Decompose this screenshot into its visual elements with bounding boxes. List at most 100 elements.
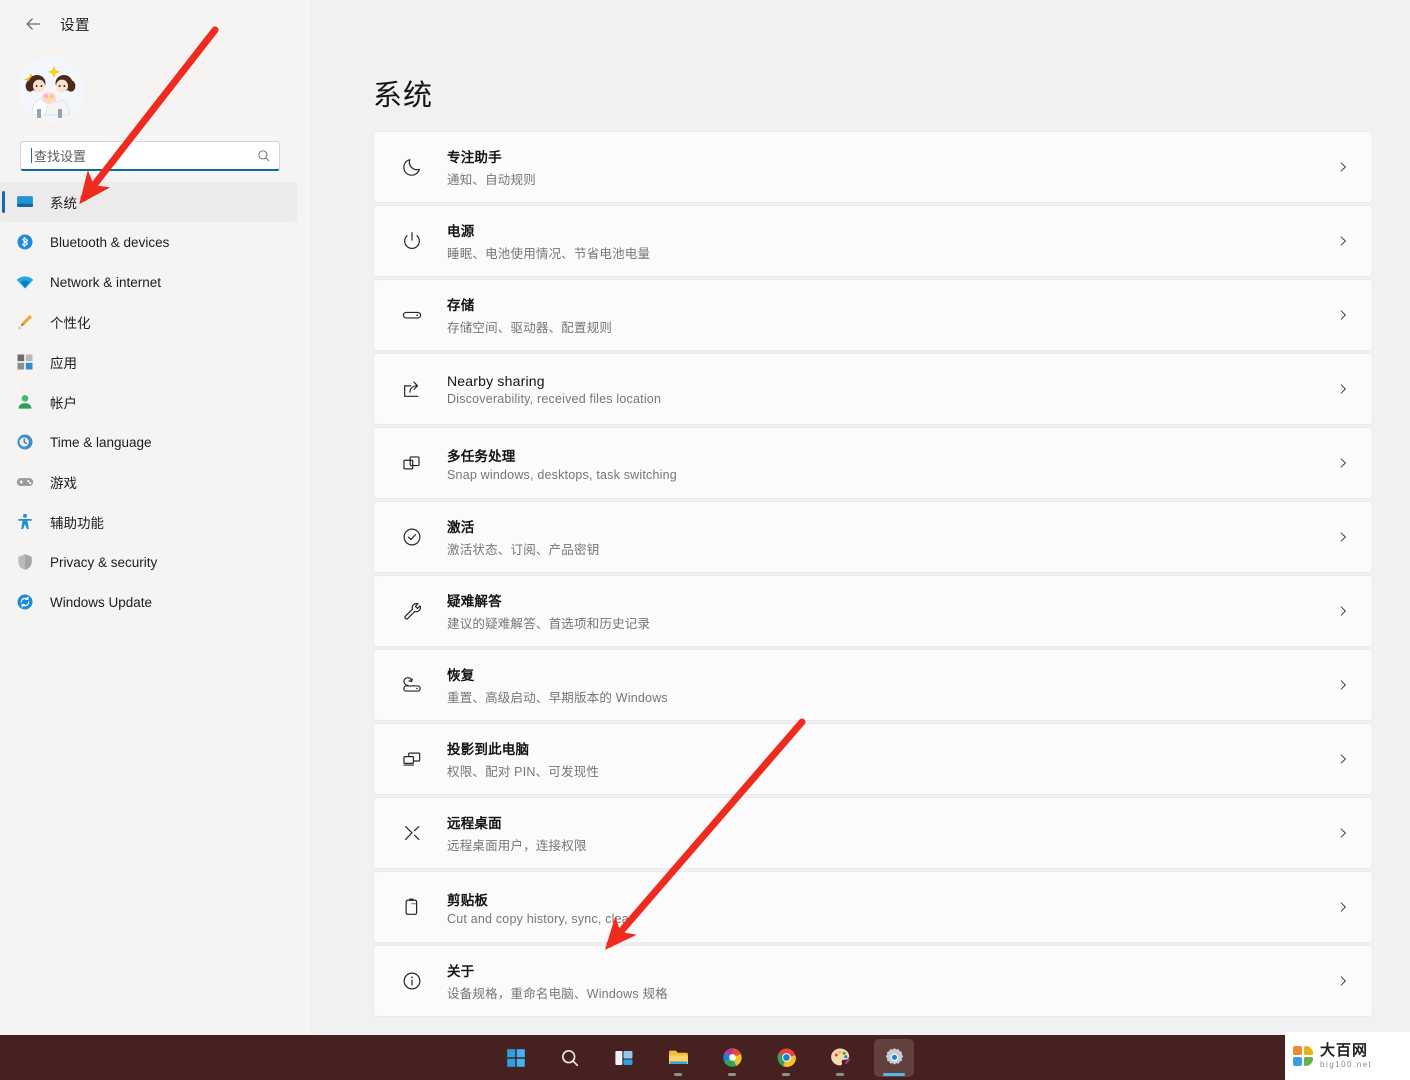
settings-row-multitasking[interactable]: 多任务处理 Snap windows, desktops, task switc… xyxy=(373,427,1373,499)
multitask-windows-icon xyxy=(392,443,432,483)
avatar[interactable] xyxy=(18,57,84,123)
title-bar: 设置 xyxy=(0,0,310,48)
sidebar-item-label: 辅助功能 xyxy=(50,516,104,531)
settings-row-projecting[interactable]: 投影到此电脑 权限、配对 PIN、可发现性 xyxy=(373,723,1373,795)
chevron-right-icon xyxy=(1336,826,1350,840)
sidebar-item-privacy-security[interactable]: Privacy & security xyxy=(0,542,297,582)
settings-row-title: 存储 xyxy=(447,298,475,313)
clipboard-icon xyxy=(392,887,432,927)
paint-button[interactable] xyxy=(820,1039,860,1077)
settings-row-storage[interactable]: 存储 存储空间、驱动器、配置规则 xyxy=(373,279,1373,351)
sidebar-item-windows-update[interactable]: Windows Update xyxy=(0,582,297,622)
monitor-icon xyxy=(14,191,36,213)
running-indicator xyxy=(836,1072,844,1076)
settings-row-subtitle: 建议的疑难解答、首选项和历史记录 xyxy=(447,617,651,631)
active-indicator xyxy=(883,1072,905,1076)
settings-row-subtitle: 睡眠、电池使用情况、节省电池电量 xyxy=(447,247,651,261)
apps-grid-icon xyxy=(14,351,36,373)
sidebar-item-bluetooth-devices[interactable]: Bluetooth & devices xyxy=(0,222,297,262)
sidebar-item-time-language[interactable]: Time & language xyxy=(0,422,297,462)
power-icon xyxy=(392,221,432,261)
sidebar-item-network-internet[interactable]: Network & internet xyxy=(0,262,297,302)
settings-row-subtitle: 远程桌面用户，连接权限 xyxy=(447,839,587,853)
settings-row-nearby-sharing[interactable]: Nearby sharing Discoverability, received… xyxy=(373,353,1373,425)
watermark-cn-text: 大百网 xyxy=(1320,1042,1369,1059)
account-person-icon xyxy=(14,391,36,413)
file-explorer-button[interactable] xyxy=(658,1039,698,1077)
settings-row-title: 剪贴板 xyxy=(447,892,489,908)
settings-row-title: 激活 xyxy=(447,520,475,535)
search-button[interactable] xyxy=(550,1039,590,1077)
watermark-logo-icon xyxy=(1293,1046,1313,1066)
settings-row-title: 远程桌面 xyxy=(447,816,502,831)
sidebar-nav: 系统 Bluetooth & devices Network & interne… xyxy=(0,182,297,622)
settings-row-about[interactable]: 关于 设备规格，重命名电脑、Windows 规格 xyxy=(373,945,1373,1017)
brush-icon xyxy=(14,311,36,333)
sidebar-item-label: 系统 xyxy=(50,196,77,211)
chevron-right-icon xyxy=(1336,974,1350,988)
chevron-right-icon xyxy=(1336,752,1350,766)
search-input-wrapper[interactable]: 查找设置 xyxy=(20,141,280,171)
running-indicator xyxy=(674,1072,682,1076)
settings-row-title: 电源 xyxy=(447,224,475,239)
settings-row-focus-assist[interactable]: 专注助手 通知、自动规则 xyxy=(373,131,1373,203)
sidebar: 设置 查找设置 系统 Bluetooth & devices Network &… xyxy=(0,0,310,1035)
settings-row-clipboard[interactable]: 剪贴板 Cut and copy history, sync, clear xyxy=(373,871,1373,943)
storage-drive-icon xyxy=(392,295,432,335)
settings-row-title: 关于 xyxy=(447,964,475,979)
settings-row-subtitle: Snap windows, desktops, task switching xyxy=(447,467,677,482)
remote-desktop-icon xyxy=(392,813,432,853)
sidebar-item-accounts[interactable]: 帐户 xyxy=(0,382,297,422)
watermark-en-text: big100.net xyxy=(1320,1060,1373,1069)
sidebar-item-accessibility[interactable]: 辅助功能 xyxy=(0,502,297,542)
watermark: 大百网 big100.net xyxy=(1285,1032,1410,1080)
sidebar-item-label: 个性化 xyxy=(50,316,91,331)
settings-row-recovery[interactable]: 恢复 重置、高级启动、早期版本的 Windows xyxy=(373,649,1373,721)
project-screen-icon xyxy=(392,739,432,779)
settings-row-title: 疑难解答 xyxy=(447,594,502,609)
settings-row-title: 多任务处理 xyxy=(447,448,516,464)
wifi-icon xyxy=(14,271,36,293)
app-title: 设置 xyxy=(60,17,90,34)
sidebar-item-label: Time & language xyxy=(50,434,152,450)
settings-row-subtitle: 权限、配对 PIN、可发现性 xyxy=(447,765,600,779)
settings-row-title: 投影到此电脑 xyxy=(447,742,530,757)
sidebar-item-gaming[interactable]: 游戏 xyxy=(0,462,297,502)
chevron-right-icon xyxy=(1336,160,1350,174)
sidebar-item-personalization[interactable]: 个性化 xyxy=(0,302,297,342)
moon-icon xyxy=(392,147,432,187)
task-view-button[interactable] xyxy=(604,1039,644,1077)
sidebar-item-label: Bluetooth & devices xyxy=(50,234,170,250)
settings-list: 专注助手 通知、自动规则 电源 睡眠、电池使用情况、节省电池电量 存储 存储空间… xyxy=(373,131,1373,1019)
recovery-disk-icon xyxy=(392,665,432,705)
search-icon[interactable] xyxy=(256,148,271,163)
chevron-right-icon xyxy=(1336,530,1350,544)
settings-row-title: 恢复 xyxy=(447,668,475,683)
back-arrow-icon[interactable] xyxy=(22,13,44,35)
sidebar-item-label: 应用 xyxy=(50,356,77,371)
search-input[interactable]: 查找设置 xyxy=(20,141,280,171)
page-title: 系统 xyxy=(373,80,434,112)
bluetooth-icon xyxy=(14,231,36,253)
chevron-right-icon xyxy=(1336,308,1350,322)
sidebar-item-apps[interactable]: 应用 xyxy=(0,342,297,382)
wrench-icon xyxy=(392,591,432,631)
settings-row-activation[interactable]: 激活 激活状态、订阅、产品密钥 xyxy=(373,501,1373,573)
settings-button[interactable] xyxy=(874,1038,914,1077)
text-caret xyxy=(31,148,32,163)
chrome-button[interactable] xyxy=(766,1039,806,1077)
sidebar-item-label: 帐户 xyxy=(50,396,77,411)
start-button[interactable] xyxy=(496,1039,536,1077)
settings-row-troubleshoot[interactable]: 疑难解答 建议的疑难解答、首选项和历史记录 xyxy=(373,575,1373,647)
settings-row-power[interactable]: 电源 睡眠、电池使用情况、节省电池电量 xyxy=(373,205,1373,277)
sidebar-item-label: 游戏 xyxy=(50,476,77,491)
check-circle-icon xyxy=(392,517,432,557)
share-icon xyxy=(392,369,432,409)
sidebar-item-system[interactable]: 系统 xyxy=(0,182,297,222)
settings-row-title: Nearby sharing xyxy=(447,372,545,389)
sidebar-item-label: Windows Update xyxy=(50,594,153,610)
shield-icon xyxy=(14,551,36,573)
chevron-right-icon xyxy=(1336,604,1350,618)
browser-button[interactable] xyxy=(712,1039,752,1077)
settings-row-remote-desktop[interactable]: 远程桌面 远程桌面用户，连接权限 xyxy=(373,797,1373,869)
